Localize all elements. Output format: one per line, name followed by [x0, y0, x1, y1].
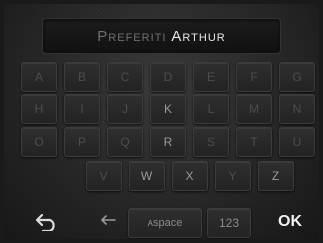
key-c[interactable]: C — [107, 62, 143, 92]
key-k[interactable]: K — [150, 94, 186, 124]
key-x[interactable]: X — [171, 161, 208, 191]
back-button[interactable] — [32, 209, 62, 235]
key-r[interactable]: R — [150, 127, 186, 157]
key-u[interactable]: U — [279, 127, 315, 157]
key-t[interactable]: T — [236, 127, 272, 157]
key-z[interactable]: Z — [257, 161, 294, 191]
space-key[interactable]: ᴀspace — [128, 208, 202, 238]
ok-button[interactable]: OK — [274, 209, 306, 235]
backspace-button[interactable] — [97, 209, 121, 233]
key-m[interactable]: M — [236, 94, 272, 124]
key-a[interactable]: A — [21, 62, 57, 92]
key-l[interactable]: L — [193, 94, 229, 124]
key-e[interactable]: E — [193, 62, 229, 92]
key-w[interactable]: W — [128, 161, 165, 191]
keyboard-screen: Preferiti Arthur ABCDEFGHIJKLMNOPQRSTUVW… — [4, 4, 319, 239]
key-d[interactable]: D — [150, 62, 186, 92]
key-s[interactable]: S — [193, 127, 229, 157]
letter-keyboard: ABCDEFG HIJKLMN OPQRSTU VWXYZ — [4, 4, 319, 239]
key-q[interactable]: Q — [107, 127, 143, 157]
numbers-key[interactable]: 123 — [207, 208, 251, 238]
key-h[interactable]: H — [21, 94, 57, 124]
key-j[interactable]: J — [107, 94, 143, 124]
key-v[interactable]: V — [85, 161, 122, 191]
key-n[interactable]: N — [279, 94, 315, 124]
key-o[interactable]: O — [21, 127, 57, 157]
key-b[interactable]: B — [64, 62, 100, 92]
key-f[interactable]: F — [236, 62, 272, 92]
key-y[interactable]: Y — [214, 161, 251, 191]
key-g[interactable]: G — [279, 62, 315, 92]
key-p[interactable]: P — [64, 127, 100, 157]
key-i[interactable]: I — [64, 94, 100, 124]
backspace-icon — [101, 215, 116, 225]
back-arrow-icon — [35, 213, 55, 231]
